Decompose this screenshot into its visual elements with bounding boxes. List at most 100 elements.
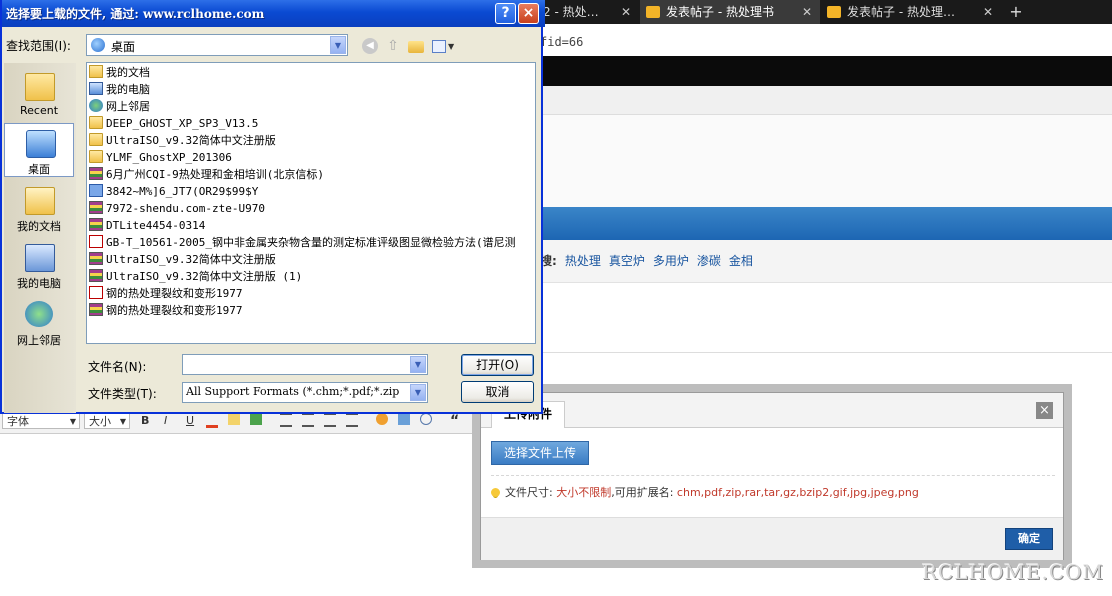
font-size-select[interactable]: 大小 ▼ [84,413,130,429]
file-name: DTLite4454-0314 [106,219,206,232]
open-button[interactable]: 打开(O) [461,354,534,376]
chevron-down-icon: ▼ [69,417,76,426]
desktop-icon [26,130,56,158]
file-list[interactable]: 我的文档 我的电脑 网上邻居 DEEP_GHOST_XP_SP3_V13.5 U… [86,62,536,344]
tag-link[interactable]: 多用炉 [653,254,689,268]
list-item[interactable]: GB-T_10561-2005_钢中非金属夹杂物含量的测定标准评级图显微检验方法… [89,234,516,251]
list-item[interactable]: 我的文档 [89,64,150,81]
back-icon[interactable]: ◀ [362,38,378,54]
filetype-value: All Support Formats (*.chm;*.pdf;*.zip [186,385,400,398]
archive-icon [89,218,103,231]
file-open-dialog: 选择要上载的文件, 通过: www.rclhome.com ? × 查找范围(I… [0,0,545,414]
watermark: RCLHOME.COM [921,560,1104,584]
site-header [540,56,1112,86]
desktop-icon [91,38,105,52]
quote-button[interactable]: “ [450,413,459,429]
size-select-value: 大小 [89,415,111,428]
tab-label: 发表帖子 - 热处理书 [666,5,774,19]
chevron-down-icon[interactable]: ▼ [410,384,426,401]
file-name: 7972-shendu.com-zte-U970 [106,202,265,215]
help-button[interactable]: ? [495,3,516,24]
italic-button[interactable]: I [164,413,167,429]
tab-label: 2 - 热处… [543,5,599,19]
list-item[interactable]: 7972-shendu.com-zte-U970 [89,200,265,217]
underline-button[interactable]: U [186,413,194,429]
place-my-documents[interactable]: 我的文档 [4,181,74,235]
align-right-icon[interactable] [324,413,336,427]
tab-close-icon[interactable]: ✕ [802,0,812,24]
place-desktop[interactable]: 桌面 [4,123,74,177]
places-bar: Recent 桌面 我的文档 我的电脑 网上邻居 [4,63,76,413]
confirm-button[interactable]: 确定 [1005,528,1053,550]
place-my-computer[interactable]: 我的电脑 [4,238,74,292]
chevron-down-icon[interactable]: ▼ [410,356,426,373]
chevron-down-icon: ▼ [119,417,126,426]
size-value: 大小不限制 [556,486,612,499]
archive-icon [89,303,103,316]
new-tab-button[interactable]: + [1006,0,1026,24]
image-icon[interactable] [398,413,410,425]
list-item[interactable]: 3842~M%]6_JT7(OR29$99$Y [89,183,258,200]
insert-icon[interactable] [250,413,262,425]
list-item[interactable]: 6月广州CQI-9热处理和金相培训(北京信标) [89,166,324,183]
tab-close-icon[interactable]: ✕ [983,0,993,24]
network-icon [25,301,53,327]
justify-icon[interactable] [346,413,358,427]
browser-tab[interactable]: 发表帖子 - 热处理… ✕ [821,0,1001,24]
place-label: 网上邻居 [17,334,61,347]
folder-icon [89,150,103,163]
align-left-icon[interactable] [280,413,292,427]
highlight-icon[interactable] [228,413,240,425]
list-item[interactable]: 钢的热处理裂纹和变形1977 [89,302,243,319]
smiley-icon[interactable] [376,413,388,425]
list-item[interactable]: UltraISO_v9.32简体中文注册版 [89,251,276,268]
list-item[interactable]: 我的电脑 [89,81,150,98]
new-folder-icon[interactable] [408,41,424,53]
favicon-icon [827,6,841,18]
recent-folder-icon [25,73,55,101]
list-item[interactable]: 网上邻居 [89,98,150,115]
tag-row: 搜: 热处理 真空炉 多用炉 渗碳 金相 [540,240,1112,283]
list-item[interactable]: UltraISO_v9.32简体中文注册版 (1) [89,268,302,285]
chevron-down-icon[interactable]: ▼ [330,36,346,54]
size-label: 文件尺寸: [505,486,553,499]
attachment-icon[interactable] [420,413,432,425]
place-network[interactable]: 网上邻居 [4,295,74,349]
select-file-upload-button[interactable]: 选择文件上传 [491,441,590,465]
folder-icon [89,133,103,146]
tab-close-icon[interactable]: ✕ [621,0,631,24]
tag-link[interactable]: 金相 [729,254,753,268]
archive-icon [89,269,103,282]
list-item[interactable]: DTLite4454-0314 [89,217,205,234]
tag-link[interactable]: 真空炉 [609,254,645,268]
dialog-title: 选择要上载的文件, 通过: www.rclhome.com [6,7,265,21]
pdf-file-icon [89,235,103,248]
browser-tab[interactable]: 2 - 热处… ✕ [543,0,639,24]
font-family-select[interactable]: 字体 ▼ [2,413,80,429]
tag-link[interactable]: 热处理 [565,254,601,268]
list-item[interactable]: 钢的热处理裂纹和变形1977 [89,285,243,302]
browser-tab-active[interactable]: 发表帖子 - 热处理书 ✕ [640,0,820,24]
view-menu-icon[interactable] [432,40,446,53]
tab-label: 发表帖子 - 热处理… [847,5,955,19]
text-color-icon[interactable] [206,413,218,428]
filetype-select[interactable]: All Support Formats (*.chm;*.pdf;*.zip ▼ [182,382,428,403]
up-folder-icon[interactable]: ⇧ [385,38,401,54]
ext-label: ,可用扩展名: [611,486,674,499]
place-recent[interactable]: Recent [4,67,74,121]
close-button[interactable]: × [518,3,539,24]
bold-button[interactable]: B [141,413,149,429]
chevron-down-icon[interactable]: ▼ [448,42,454,51]
tag-link[interactable]: 渗碳 [697,254,721,268]
align-center-icon[interactable] [302,413,314,427]
filename-input[interactable]: ▼ [182,354,428,375]
dialog-titlebar[interactable]: 选择要上载的文件, 通过: www.rclhome.com ? × [2,0,545,27]
close-icon[interactable]: × [1036,402,1053,419]
list-item[interactable]: UltraISO_v9.32简体中文注册版 [89,132,276,149]
list-item[interactable]: YLMF_GhostXP_201306 [89,149,232,166]
list-item[interactable]: DEEP_GHOST_XP_SP3_V13.5 [89,115,258,132]
address-bar[interactable]: fid=66 [540,30,1112,54]
archive-icon [89,252,103,265]
lookin-select[interactable]: 桌面 ▼ [86,34,348,56]
cancel-button[interactable]: 取消 [461,381,534,403]
